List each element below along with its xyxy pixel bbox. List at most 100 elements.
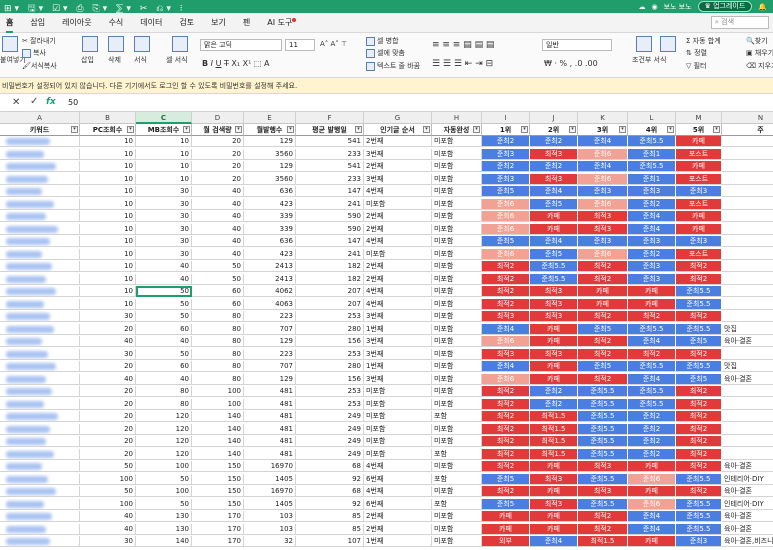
number-cell[interactable]: 10	[80, 248, 136, 260]
number-cell[interactable]: 280	[296, 361, 364, 372]
filter-dropdown-icon[interactable]: ▾	[521, 126, 528, 133]
number-cell[interactable]: 10	[80, 273, 136, 285]
rank-cell[interactable]: 최적1.5	[578, 536, 628, 547]
paste-icon[interactable]	[2, 36, 18, 52]
text-cell[interactable]: 미포함	[364, 423, 432, 435]
number-cell[interactable]: 40	[136, 261, 192, 272]
text-cell[interactable]: 미포함	[432, 273, 482, 285]
rank-cell[interactable]: 카페	[530, 486, 578, 497]
text-cell[interactable]: 미포함	[364, 248, 432, 260]
rank-cell[interactable]: 준최5.5	[676, 511, 722, 522]
format-button[interactable]: 서식	[134, 55, 147, 65]
format-icon[interactable]	[134, 36, 150, 52]
number-cell[interactable]: 80	[192, 348, 244, 360]
number-cell[interactable]: 339	[244, 211, 296, 222]
header-cell[interactable]: 키워드 ▾	[0, 124, 80, 136]
filter-dropdown-icon[interactable]: ▾	[355, 126, 362, 133]
keyword-cell[interactable]	[0, 273, 80, 285]
rank-cell[interactable]: 준최5.5	[578, 473, 628, 485]
number-cell[interactable]: 253	[296, 348, 364, 360]
rank-cell[interactable]: 최적2	[482, 286, 530, 297]
rank-cell[interactable]: 준최5	[482, 498, 530, 510]
text-cell[interactable]	[722, 211, 773, 222]
number-buttons[interactable]: ₩ · % , .0 .00	[544, 59, 598, 68]
rank-cell[interactable]: 준최6	[628, 473, 676, 485]
keyword-cell[interactable]	[0, 423, 80, 435]
text-cell[interactable]: 육아·결혼	[722, 524, 773, 535]
rank-cell[interactable]: 최적2	[578, 336, 628, 347]
header-cell[interactable]: 평균 발행일 ▾	[296, 124, 364, 136]
number-cell[interactable]: 50	[136, 298, 192, 310]
rank-cell[interactable]: 최적3	[578, 486, 628, 497]
rank-cell[interactable]: 준최6	[482, 336, 530, 347]
number-cell[interactable]: 80	[192, 323, 244, 335]
text-cell[interactable]	[722, 224, 773, 235]
number-cell[interactable]: 20	[80, 448, 136, 460]
rank-cell[interactable]: 카페	[530, 361, 578, 372]
header-cell[interactable]: 인기글 순서 ▾	[364, 124, 432, 136]
rank-cell[interactable]: 최적3	[578, 211, 628, 222]
rank-cell[interactable]: 최적2	[482, 486, 530, 497]
rank-cell[interactable]: 최적2	[482, 461, 530, 472]
header-cell[interactable]: 주	[722, 124, 773, 136]
rank-cell[interactable]: 최적1.5	[530, 411, 578, 422]
rank-cell[interactable]: 포스트	[676, 198, 722, 210]
column-header-F[interactable]: F	[296, 112, 364, 124]
filter-dropdown-icon[interactable]: ▾	[183, 126, 190, 133]
text-cell[interactable]: 미포함	[364, 386, 432, 397]
rank-cell[interactable]: 최적3	[578, 223, 628, 235]
rank-cell[interactable]: 준최5	[578, 361, 628, 372]
rank-cell[interactable]: 카페	[530, 336, 578, 347]
number-cell[interactable]: 103	[244, 523, 296, 535]
number-cell[interactable]: 80	[136, 398, 192, 410]
header-cell[interactable]: 자동완성 ▾	[432, 124, 482, 136]
text-cell[interactable]: 2번째	[364, 211, 432, 222]
rank-cell[interactable]: 준최5.5	[628, 323, 676, 335]
rank-cell[interactable]: 카페	[676, 136, 722, 147]
rank-cell[interactable]: 준최2	[482, 161, 530, 172]
filter-dropdown-icon[interactable]: ▾	[423, 126, 430, 133]
header-cell[interactable]: 3위 ▾	[578, 124, 628, 136]
text-cell[interactable]: 인테리어·DIY	[722, 499, 773, 510]
filter-dropdown-icon[interactable]: ▾	[287, 126, 294, 133]
text-cell[interactable]: 포함	[432, 498, 482, 510]
number-cell[interactable]: 590	[296, 211, 364, 222]
font-grow-shrink[interactable]: A˄ A˅ ⊤	[320, 40, 347, 48]
text-cell[interactable]: 미포함	[432, 148, 482, 160]
number-cell[interactable]: 30	[136, 248, 192, 260]
number-cell[interactable]: 170	[192, 536, 244, 547]
text-cell[interactable]: 미포함	[432, 236, 482, 247]
cloud-icon[interactable]: ☁	[638, 3, 645, 11]
keyword-cell[interactable]	[0, 386, 80, 397]
keyword-cell[interactable]	[0, 248, 80, 260]
rank-cell[interactable]: 카페	[530, 211, 578, 222]
rank-cell[interactable]: 최적2	[578, 523, 628, 535]
number-cell[interactable]: 10	[80, 148, 136, 160]
rank-cell[interactable]: 준최5.5	[530, 261, 578, 272]
rank-cell[interactable]: 카페	[530, 323, 578, 335]
rank-cell[interactable]: 준최5.5	[676, 361, 722, 372]
rank-cell[interactable]: 최적2	[676, 348, 722, 360]
rank-cell[interactable]: 최적2	[676, 386, 722, 397]
number-cell[interactable]: 636	[244, 186, 296, 197]
number-cell[interactable]: 423	[244, 198, 296, 210]
rank-cell[interactable]: 준최5	[482, 186, 530, 197]
text-cell[interactable]: 1번째	[364, 361, 432, 372]
rank-cell[interactable]: 최적2	[628, 311, 676, 322]
rank-cell[interactable]: 최적2	[482, 298, 530, 310]
text-cell[interactable]	[722, 249, 773, 260]
number-cell[interactable]: 233	[296, 148, 364, 160]
number-cell[interactable]: 156	[296, 373, 364, 385]
number-cell[interactable]: 170	[192, 511, 244, 522]
rank-cell[interactable]: 준최6	[578, 198, 628, 210]
number-cell[interactable]: 423	[244, 248, 296, 260]
rank-cell[interactable]: 준최3	[578, 236, 628, 247]
rank-cell[interactable]: 준최5.5	[676, 286, 722, 297]
keyword-cell[interactable]	[0, 348, 80, 360]
rank-cell[interactable]: 준최4	[628, 523, 676, 535]
number-cell[interactable]: 129	[244, 136, 296, 147]
keyword-cell[interactable]	[0, 523, 80, 535]
rank-cell[interactable]: 준최5.5	[628, 161, 676, 172]
menu-2[interactable]: 삽입	[30, 13, 45, 33]
column-header-H[interactable]: H	[432, 112, 482, 124]
